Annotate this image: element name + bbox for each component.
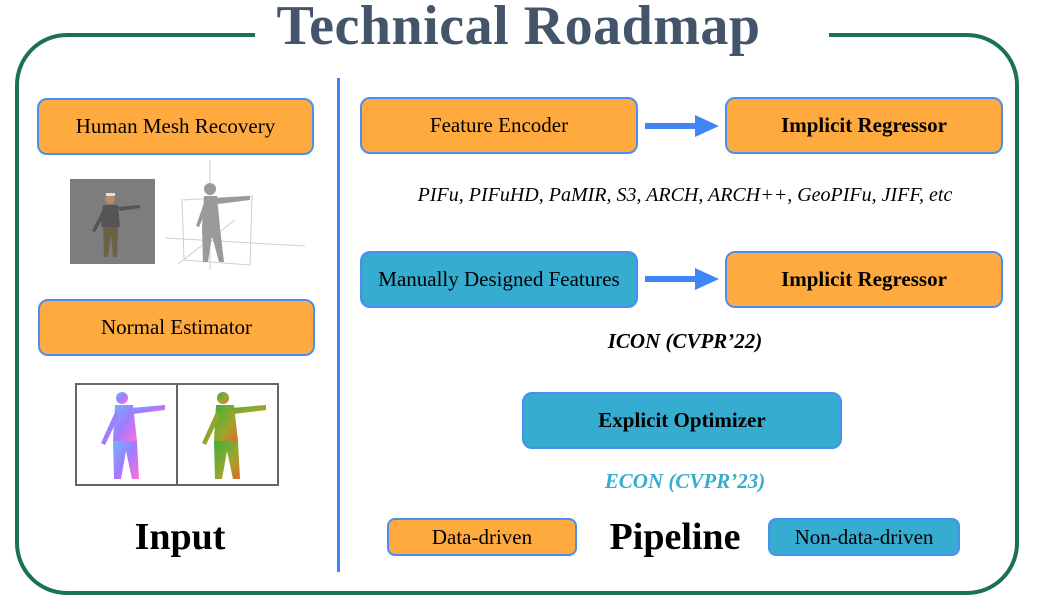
section-divider — [337, 78, 340, 572]
econ-caption: ECON (CVPR’23) — [604, 469, 766, 493]
axes-box — [164, 160, 306, 270]
legend-non-data-driven: Non-data-driven — [768, 518, 960, 556]
legend-non-data-driven-label: Non-data-driven — [794, 524, 934, 549]
explicit-optimizer-label: Explicit Optimizer — [598, 408, 766, 432]
row1-methods-caption: PIFu, PIFuHD, PaMIR, S3, ARCH, ARCH++, G… — [417, 184, 953, 206]
input-label: Input — [134, 516, 226, 558]
human-mesh-recovery-label: Human Mesh Recovery — [75, 114, 276, 138]
pipeline-label: Pipeline — [609, 516, 741, 558]
manually-designed-features-label: Manually Designed Features — [378, 267, 620, 291]
implicit-regressor-box-1: Implicit Regressor — [725, 97, 1003, 154]
normal-estimator-label: Normal Estimator — [100, 315, 253, 339]
human-mesh-recovery-box: Human Mesh Recovery — [37, 98, 314, 155]
implicit-regressor-label-1: Implicit Regressor — [781, 113, 947, 137]
normal-estimator-box: Normal Estimator — [38, 299, 315, 356]
smpl-mesh — [164, 160, 306, 270]
arrow-icon — [645, 115, 719, 137]
explicit-optimizer-box: Explicit Optimizer — [522, 392, 842, 449]
page-title: Technical Roadmap — [276, 0, 761, 57]
implicit-regressor-label-2: Implicit Regressor — [781, 267, 947, 291]
feature-encoder-box: Feature Encoder — [360, 97, 638, 154]
normal-maps — [75, 383, 279, 486]
feature-encoder-label: Feature Encoder — [429, 113, 569, 137]
input-photo — [70, 179, 155, 264]
legend-data-driven: Data-driven — [387, 518, 577, 556]
arrow-icon — [645, 268, 719, 290]
manually-designed-features-box: Manually Designed Features — [360, 251, 638, 308]
implicit-regressor-box-2: Implicit Regressor — [725, 251, 1003, 308]
body-mesh-icon — [196, 183, 250, 262]
legend-data-driven-label: Data-driven — [431, 524, 533, 549]
icon-caption: ICON (CVPR’22) — [607, 329, 763, 353]
